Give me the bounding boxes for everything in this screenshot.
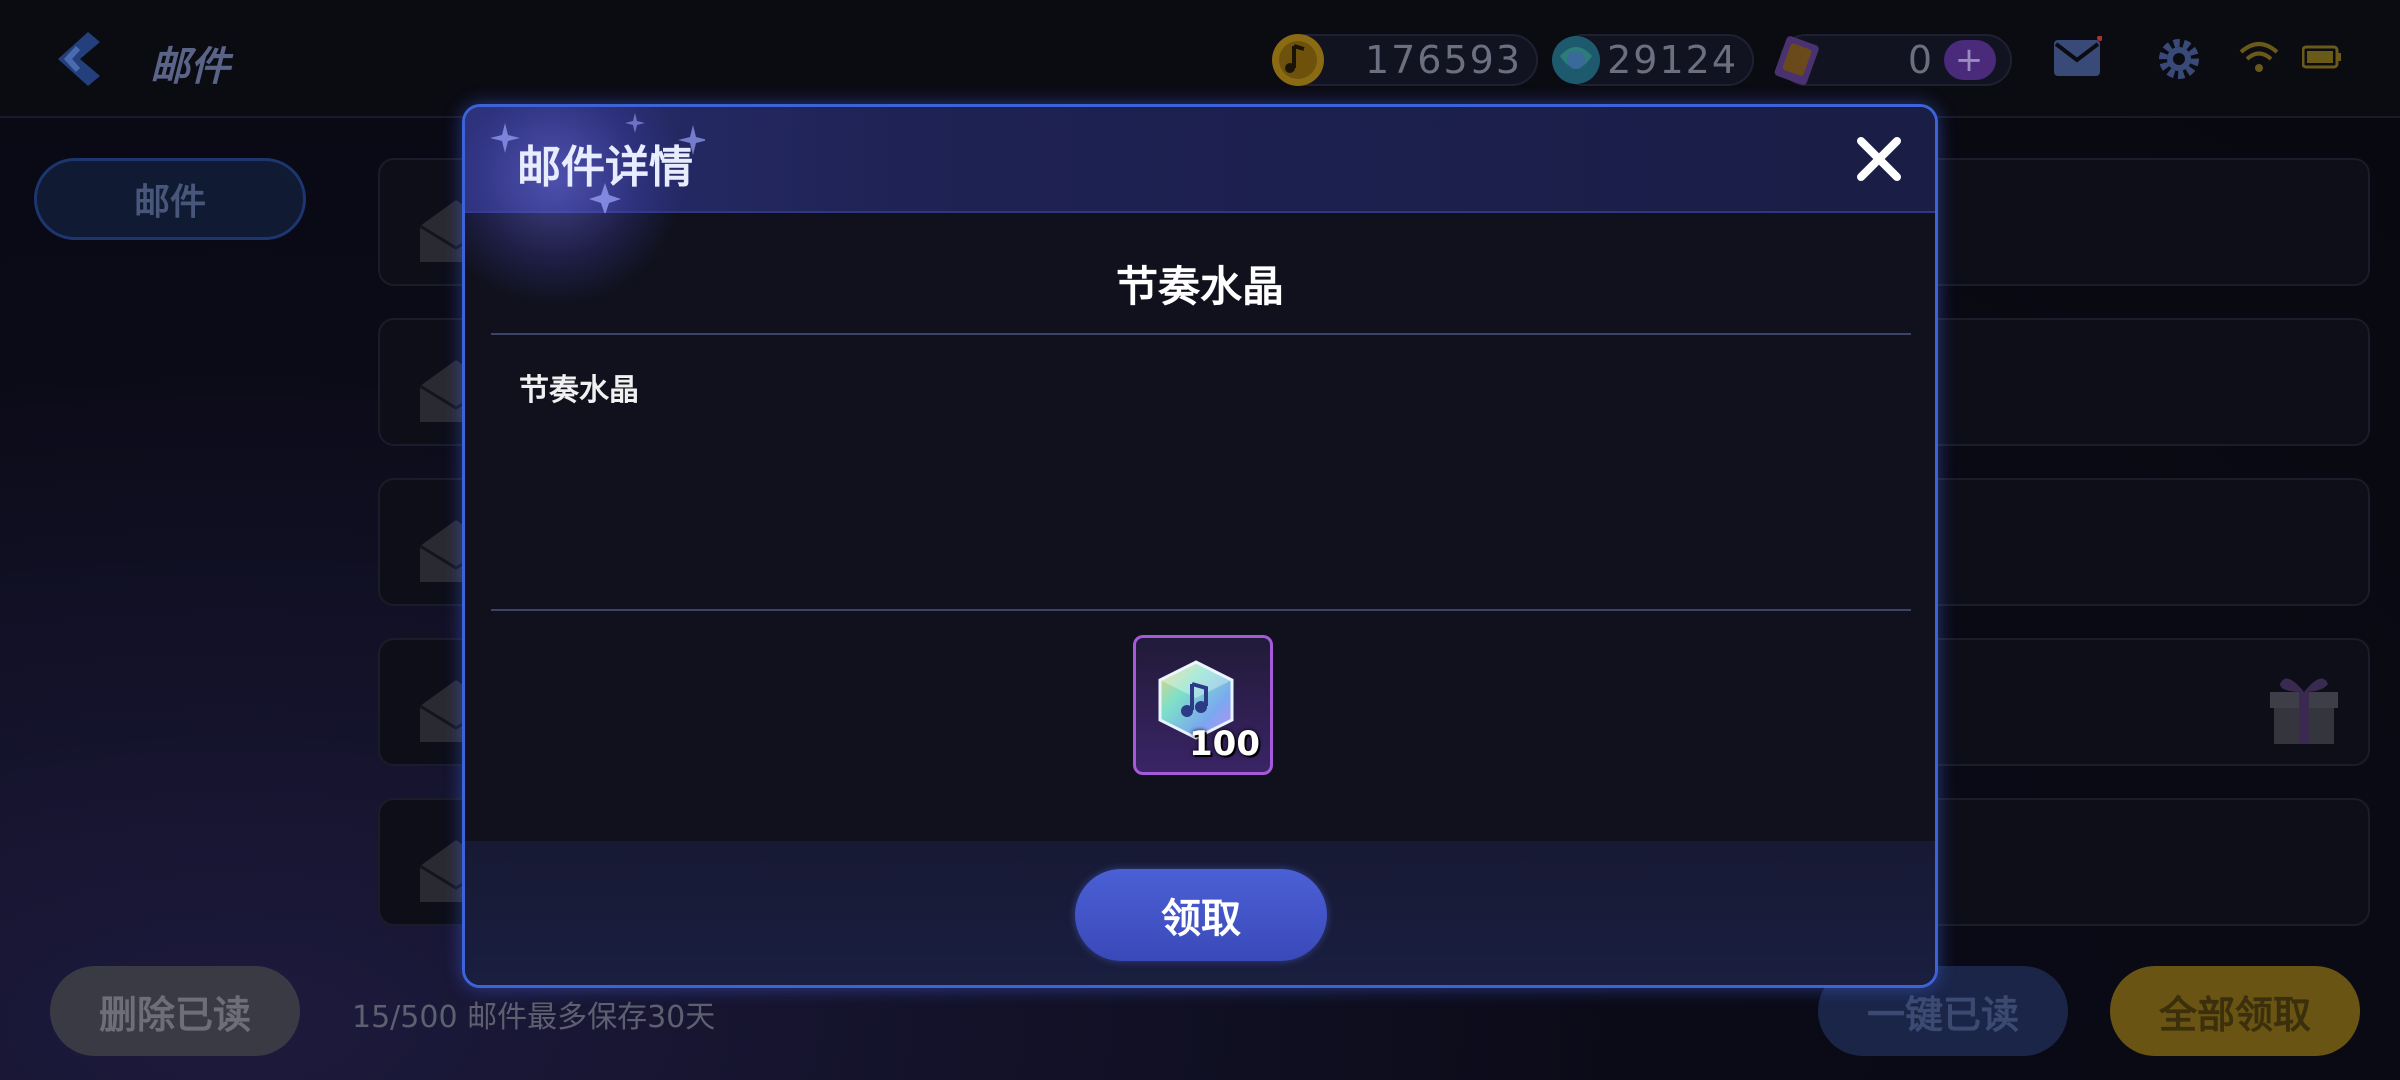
mail-detail-modal: 邮件详情 节奏水晶 节奏水晶 100 领取 [462,104,1938,988]
divider [491,609,1911,611]
close-icon[interactable] [1851,131,1907,187]
divider [491,333,1911,335]
modal-header: 邮件详情 [465,107,1935,307]
modal-title: 邮件详情 [517,142,693,193]
mail-subject: 节奏水晶 [1115,262,1284,311]
back-arrow-icon[interactable] [48,26,114,92]
ticket-value: 0 [1907,38,1934,82]
gift-icon [2270,678,2338,744]
delete-read-button[interactable]: 删除已读 [50,966,300,1056]
mail-capacity-info: 15/500 邮件最多保存30天 [352,1000,716,1035]
gear-icon[interactable] [2154,34,2204,84]
mail-icon[interactable] [2052,36,2102,80]
coin-counter: 176593 [1272,34,1538,86]
top-bar: 邮件 176593 29124 0 + [0,0,2400,118]
wifi-icon [2239,42,2279,72]
claim-all-button[interactable]: 全部领取 [2110,966,2360,1056]
coin-value: 176593 [1364,38,1522,82]
ticket-counter: 0 + [1774,34,2012,86]
ticket-icon [1774,36,1819,86]
coin-icon [1272,34,1324,86]
gem-icon [1552,36,1600,84]
reward-item[interactable]: 100 [1133,635,1273,775]
claim-button[interactable]: 领取 [1075,869,1327,961]
add-ticket-button[interactable]: + [1944,40,1996,80]
battery-icon [2302,45,2341,69]
sidebar-tab-mail[interactable]: 邮件 [34,158,306,240]
mail-body: 节奏水晶 [519,373,639,408]
page-title: 邮件 [150,44,230,90]
gem-counter: 29124 [1552,34,1754,86]
reward-count: 100 [1189,724,1260,764]
gem-value: 29124 [1607,38,1738,82]
